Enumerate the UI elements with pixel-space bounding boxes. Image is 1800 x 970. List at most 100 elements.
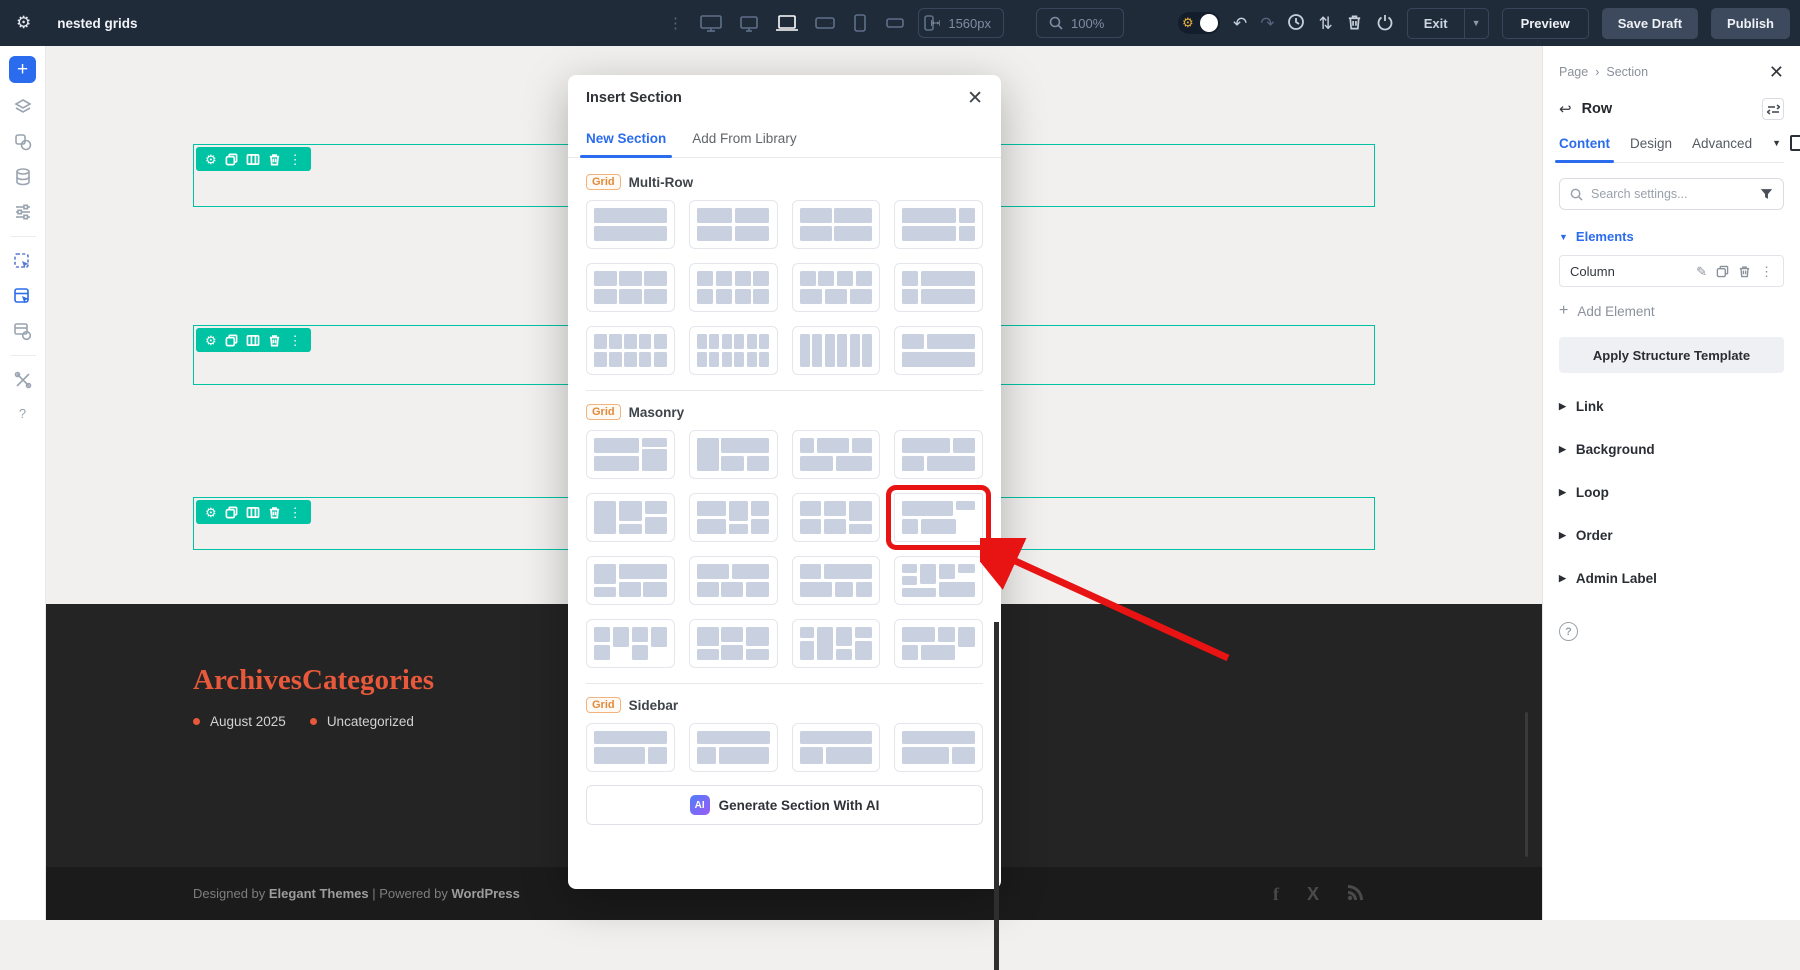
footer-link[interactable]: August 2025 [193,714,286,729]
layout-thumbnail[interactable] [792,493,881,542]
duplicate-icon[interactable] [1716,265,1729,278]
layout-thumbnail[interactable] [586,326,675,375]
dots-icon[interactable]: ⋮ [289,153,302,166]
tablet-view-icon[interactable] [851,13,869,33]
modal-scrollbar[interactable] [994,622,999,970]
layout-thumbnail[interactable] [894,619,983,668]
layout-thumbnail[interactable] [894,556,983,605]
breadcrumb-section[interactable]: Section [1606,65,1648,79]
more-options-dots-icon[interactable]: ⋮ [668,14,684,32]
layers-icon[interactable] [12,96,34,118]
desktop-large-view-icon[interactable] [699,13,723,33]
footer-link[interactable]: Uncategorized [310,714,414,729]
layout-thumbnail[interactable] [689,619,778,668]
dots-icon[interactable]: ⋮ [289,334,302,347]
layout-thumbnail[interactable] [689,723,778,772]
history-clock-icon[interactable] [1287,13,1305,34]
accordion-loop[interactable]: ▶Loop [1559,471,1784,514]
tab-design[interactable]: Design [1630,136,1672,162]
desktop-view-icon[interactable] [738,13,760,33]
layout-thumbnail[interactable] [792,430,881,479]
panel-close-icon[interactable]: ✕ [1769,63,1784,81]
wordpress-link[interactable]: WordPress [451,886,519,901]
tab-add-from-library[interactable]: Add From Library [692,121,796,157]
power-icon[interactable] [1376,13,1394,34]
apply-structure-template-button[interactable]: Apply Structure Template [1559,337,1784,373]
elegant-themes-link[interactable]: Elegant Themes [269,886,369,901]
layout-thumbnail[interactable] [586,430,675,479]
trash-icon[interactable] [268,334,281,347]
layout-thumbnail[interactable] [586,723,675,772]
breadcrumb-page[interactable]: Page [1559,65,1588,79]
search-settings-input[interactable] [1591,187,1752,201]
layout-thumbnail[interactable] [689,326,778,375]
undo-icon[interactable]: ↶ [1233,15,1247,32]
footer-widgets-heading[interactable]: ArchivesCategories [193,664,434,697]
duplicate-icon[interactable] [225,153,238,166]
layout-thumbnail[interactable] [689,200,778,249]
dots-icon[interactable]: ⋮ [289,506,302,519]
layout-thumbnail[interactable] [689,263,778,312]
exit-button[interactable]: Exit [1408,9,1464,38]
columns-icon[interactable] [246,506,260,519]
layout-thumbnail[interactable] [894,723,983,772]
insert-section-tool-icon[interactable] [12,250,34,272]
trash-icon[interactable] [268,506,281,519]
elements-accordion-header[interactable]: ▼ Elements [1559,229,1784,244]
preview-button[interactable]: Preview [1502,8,1589,39]
accordion-background[interactable]: ▶Background [1559,428,1784,471]
layout-thumbnail[interactable] [894,200,983,249]
save-draft-button[interactable]: Save Draft [1602,8,1698,39]
trash-icon[interactable] [1346,13,1363,34]
layout-thumbnail[interactable] [586,619,675,668]
pencil-icon[interactable]: ✎ [1696,265,1707,278]
laptop-view-icon[interactable] [775,13,799,33]
layout-thumbnail[interactable] [792,723,881,772]
theme-toggle[interactable]: ⚙ [1178,12,1220,34]
trash-icon[interactable] [1738,265,1751,278]
layout-thumbnail[interactable] [689,493,778,542]
builder-settings-gear-icon[interactable]: ⚙ [16,13,31,33]
exit-dropdown-caret[interactable]: ▼ [1464,9,1488,38]
layout-thumbnail[interactable] [792,200,881,249]
help-icon[interactable]: ? [14,404,32,422]
tab-new-section[interactable]: New Section [586,121,666,157]
widget-settings-icon[interactable] [12,320,34,342]
tab-content[interactable]: Content [1559,136,1610,162]
tab-advanced[interactable]: Advanced [1692,136,1752,162]
zoom-level-field[interactable]: 100% [1036,8,1124,38]
add-module-button[interactable]: + [9,56,36,83]
gear-icon[interactable]: ⚙ [205,153,217,166]
filter-funnel-icon[interactable] [1760,188,1773,200]
add-element-button[interactable]: + Add Element [1559,302,1784,320]
gear-icon[interactable]: ⚙ [205,506,217,519]
shapes-icon[interactable] [12,131,34,153]
gear-icon[interactable]: ⚙ [205,334,217,347]
tabs-dropdown-caret[interactable]: ▼ [1772,138,1781,148]
responsive-width-field[interactable]: 1560px [918,8,1004,38]
layout-thumbnail[interactable] [586,200,675,249]
layout-thumbnail[interactable] [894,326,983,375]
tools-icon[interactable] [12,369,34,391]
columns-icon[interactable] [246,334,260,347]
layout-thumbnail[interactable] [894,493,983,542]
database-icon[interactable] [12,166,34,188]
back-arrow-icon[interactable]: ↩ [1559,102,1572,117]
panel-dock-icon[interactable] [1762,98,1784,120]
dots-icon[interactable]: ⋮ [1760,265,1773,278]
canvas-scrollbar[interactable] [1525,712,1528,857]
layout-thumbnail[interactable] [586,556,675,605]
columns-icon[interactable] [246,153,260,166]
element-row-column[interactable]: Column ✎⋮ [1559,255,1784,287]
layout-thumbnail[interactable] [689,556,778,605]
modal-close-icon[interactable]: ✕ [967,89,983,108]
layout-thumbnail[interactable] [894,263,983,312]
preview-square-icon[interactable] [1790,135,1800,151]
layout-thumbnail[interactable] [586,263,675,312]
layout-thumbnail[interactable] [689,430,778,479]
redo-icon[interactable]: ↷ [1260,15,1274,32]
generate-with-ai-button[interactable]: AI Generate Section With AI [586,785,983,825]
accordion-link[interactable]: ▶Link [1559,385,1784,428]
x-twitter-icon[interactable]: X [1307,885,1319,903]
rss-icon[interactable] [1347,884,1364,904]
